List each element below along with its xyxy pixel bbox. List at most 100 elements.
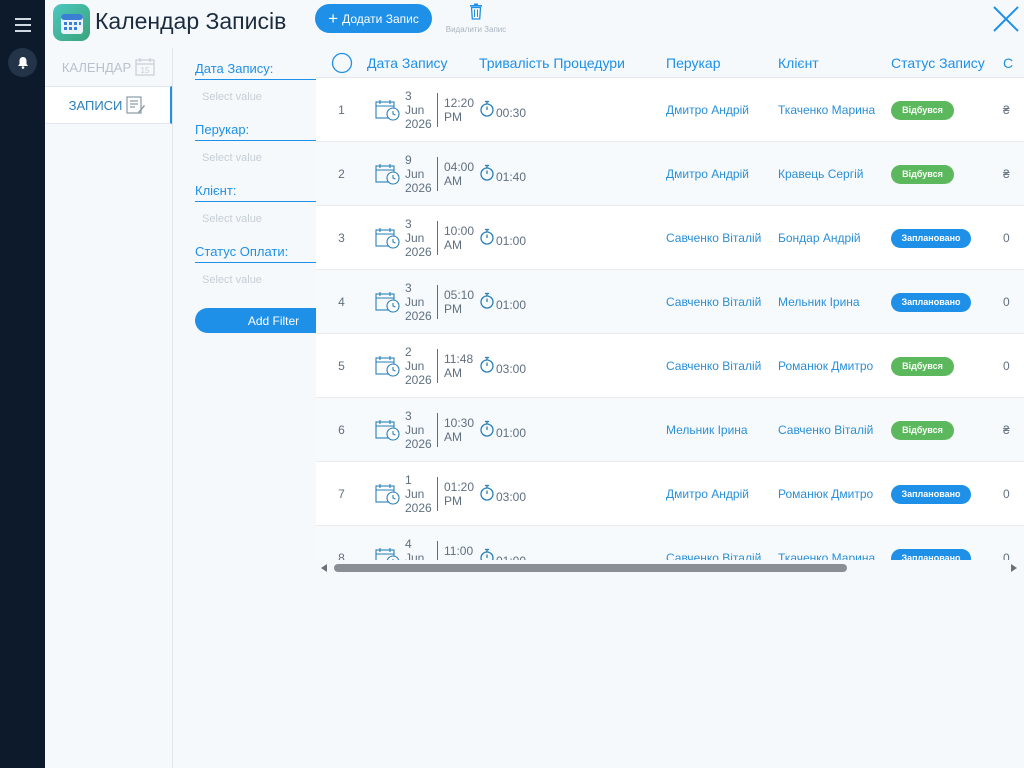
- select-circle-icon: [331, 52, 352, 73]
- scroll-right-icon[interactable]: [1010, 563, 1018, 573]
- row-duration-cell: 01:00: [479, 228, 666, 248]
- row-client-link[interactable]: Романюк Дмитро: [778, 487, 891, 501]
- add-record-button[interactable]: + Додати Запис: [315, 4, 432, 33]
- column-header-client[interactable]: Клієнт: [778, 55, 891, 71]
- row-client-link[interactable]: Савченко Віталій: [778, 423, 891, 437]
- horizontal-scrollbar[interactable]: [316, 561, 1024, 575]
- table-row[interactable]: 1 3 Jun 2026 12:20 PM 00:30 Дмитро Андрій Т…: [316, 78, 1024, 142]
- row-duration-cell: 03:00: [479, 356, 666, 376]
- row-time-ampm: AM: [444, 173, 462, 188]
- row-year: 2026: [405, 436, 432, 451]
- table-row[interactable]: 7 1 Jun 2026 01:20 PM 03:00 Дмитро Андрій Р…: [316, 462, 1024, 526]
- column-header-payment[interactable]: С: [1003, 55, 1023, 71]
- row-time: 04:00 AM: [444, 160, 478, 188]
- row-date: 3 Jun 2026: [405, 281, 435, 323]
- row-client-link[interactable]: Кравець Сергій: [778, 167, 891, 181]
- sidebar-item-records[interactable]: ЗАПИСИ: [45, 86, 172, 124]
- row-duration: 00:30: [496, 105, 527, 120]
- scrollbar-thumb[interactable]: [334, 564, 847, 572]
- stopwatch-icon: [480, 356, 494, 373]
- row-client-link[interactable]: Мельник Ірина: [778, 295, 891, 309]
- row-month: Jun: [405, 294, 425, 309]
- close-icon[interactable]: [992, 5, 1020, 33]
- row-client-link[interactable]: Бондар Андрій: [778, 231, 891, 245]
- column-header-date[interactable]: Дата Запису: [367, 55, 479, 71]
- table-row[interactable]: 3 3 Jun 2026 10:00 AM 01:00 Савченко Віталі…: [316, 206, 1024, 270]
- row-status-cell: Заплановано: [891, 292, 1003, 312]
- column-header-duration[interactable]: Тривалість Процедури: [479, 55, 666, 71]
- left-rail: [0, 0, 45, 768]
- calendar-clock-icon: [375, 483, 400, 505]
- row-barber-link[interactable]: Дмитро Андрій: [666, 103, 778, 117]
- sidebar-item-label: ЗАПИСИ: [68, 97, 123, 113]
- row-time: 12:20 PM: [444, 96, 478, 124]
- row-day: 2: [405, 344, 412, 359]
- delete-record-label: Видалити Запис: [445, 25, 507, 34]
- sidebar-item-label: КАЛЕНДАР: [61, 59, 132, 75]
- row-status-cell: Заплановано: [891, 484, 1003, 504]
- column-header-barber[interactable]: Перукар: [666, 55, 778, 71]
- status-badge: Заплановано: [891, 548, 971, 560]
- date-time-divider: [437, 92, 438, 127]
- menu-icon[interactable]: [15, 18, 31, 32]
- row-barber-link[interactable]: Мельник Ірина: [666, 423, 778, 437]
- row-date-cell: 3 Jun 2026 10:30 AM: [367, 409, 479, 451]
- row-time-value: 10:00: [444, 223, 475, 238]
- row-payment: 0: [1003, 230, 1010, 245]
- row-client-link[interactable]: Романюк Дмитро: [778, 359, 891, 373]
- row-barber-link[interactable]: Савченко Віталій: [666, 295, 778, 309]
- row-duration-cell: 01:00: [479, 420, 666, 440]
- select-all-checkbox[interactable]: [316, 52, 367, 74]
- row-client-link[interactable]: Ткаченко Марина: [778, 551, 891, 561]
- row-barber-link[interactable]: Савченко Віталій: [666, 551, 778, 561]
- row-date-cell: 4Jun2026 11:00AM: [367, 537, 479, 561]
- row-time-ampm: AM: [444, 365, 462, 380]
- date-time-divider: [437, 348, 438, 383]
- row-day: 3: [405, 280, 412, 295]
- row-duration: 01:40: [496, 169, 527, 184]
- calendar-day-badge: 15: [141, 66, 150, 75]
- row-time-value: 10:30: [444, 415, 475, 430]
- records-table: Дата Запису Тривалість Процедури Перукар…: [316, 48, 1024, 560]
- status-badge: Відбувся: [891, 100, 954, 120]
- row-month: Jun: [405, 102, 425, 117]
- date-time-divider: [437, 476, 438, 511]
- records-icon: [126, 96, 146, 114]
- row-status-cell: Заплановано: [891, 228, 1003, 248]
- calendar-clock-icon: [375, 163, 400, 185]
- table-row[interactable]: 2 9 Jun 2026 04:00 AM 01:40 Дмитро Андрій К…: [316, 142, 1024, 206]
- row-payment: 0: [1003, 294, 1010, 309]
- date-time-divider: [437, 540, 438, 560]
- table-row[interactable]: 6 3 Jun 2026 10:30 AM 01:00 Мельник Ірина С…: [316, 398, 1024, 462]
- page-title: Календар Записів: [95, 8, 287, 34]
- table-body: 1 3 Jun 2026 12:20 PM 00:30 Дмитро Андрій Т…: [316, 78, 1024, 560]
- plus-icon: +: [328, 9, 339, 28]
- column-header-status[interactable]: Статус Запису: [891, 55, 1003, 71]
- row-client-link[interactable]: Ткаченко Марина: [778, 103, 891, 117]
- app-logo-icon: [53, 4, 90, 41]
- calendar-clock-icon: [375, 291, 400, 313]
- calendar-clock-icon: [375, 547, 400, 560]
- table-row[interactable]: 5 2 Jun 2026 11:48 AM 03:00 Савченко Віталі…: [316, 334, 1024, 398]
- row-duration-cell: 01:00: [479, 292, 666, 312]
- row-barber-link[interactable]: Дмитро Андрій: [666, 167, 778, 181]
- row-barber-link[interactable]: Савченко Віталій: [666, 231, 778, 245]
- delete-record-button[interactable]: Видалити Запис: [441, 3, 511, 34]
- row-barber-link[interactable]: Дмитро Андрій: [666, 487, 778, 501]
- table-row[interactable]: 8 4Jun2026 11:00AM 01:00 Савченко Віталі…: [316, 526, 1024, 560]
- row-barber-link[interactable]: Савченко Віталій: [666, 359, 778, 373]
- row-time-value: 12:20: [444, 95, 475, 110]
- row-time: 10:30 AM: [444, 416, 478, 444]
- table-row[interactable]: 4 3 Jun 2026 05:10 PM 01:00 Савченко Віталі…: [316, 270, 1024, 334]
- row-duration-cell: 00:30: [479, 100, 666, 120]
- row-time: 11:00AM: [444, 544, 478, 561]
- scroll-left-icon[interactable]: [320, 563, 328, 573]
- row-duration-cell: 01:40: [479, 164, 666, 184]
- row-date: 3 Jun 2026: [405, 89, 435, 131]
- row-year: 2026: [405, 116, 432, 131]
- row-payment: 0: [1003, 486, 1010, 501]
- notification-button[interactable]: [8, 48, 37, 77]
- sidebar-item-calendar[interactable]: КАЛЕНДАР 15: [45, 48, 172, 86]
- status-badge: Відбувся: [891, 164, 954, 184]
- stopwatch-icon: [480, 292, 494, 309]
